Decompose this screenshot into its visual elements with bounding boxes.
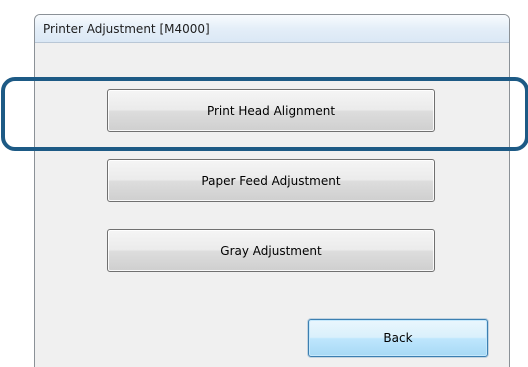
back-label: Back bbox=[383, 331, 413, 345]
paper-feed-adjustment-button[interactable]: Paper Feed Adjustment bbox=[107, 159, 435, 202]
print-head-alignment-button[interactable]: Print Head Alignment bbox=[107, 89, 435, 132]
window-title: Printer Adjustment [M4000] bbox=[43, 21, 210, 36]
gray-adjustment-button[interactable]: Gray Adjustment bbox=[107, 229, 435, 272]
dialog-body: Print Head Alignment Paper Feed Adjustme… bbox=[35, 43, 509, 367]
gray-adjustment-label: Gray Adjustment bbox=[220, 243, 322, 258]
back-button[interactable]: Back bbox=[308, 319, 488, 357]
title-bar: Printer Adjustment [M4000] bbox=[35, 15, 509, 43]
screenshot-stage: Printer Adjustment [M4000] Print Head Al… bbox=[0, 0, 528, 367]
printer-adjustment-dialog: Printer Adjustment [M4000] Print Head Al… bbox=[34, 14, 510, 367]
paper-feed-adjustment-label: Paper Feed Adjustment bbox=[201, 173, 341, 188]
print-head-alignment-label: Print Head Alignment bbox=[206, 103, 336, 118]
